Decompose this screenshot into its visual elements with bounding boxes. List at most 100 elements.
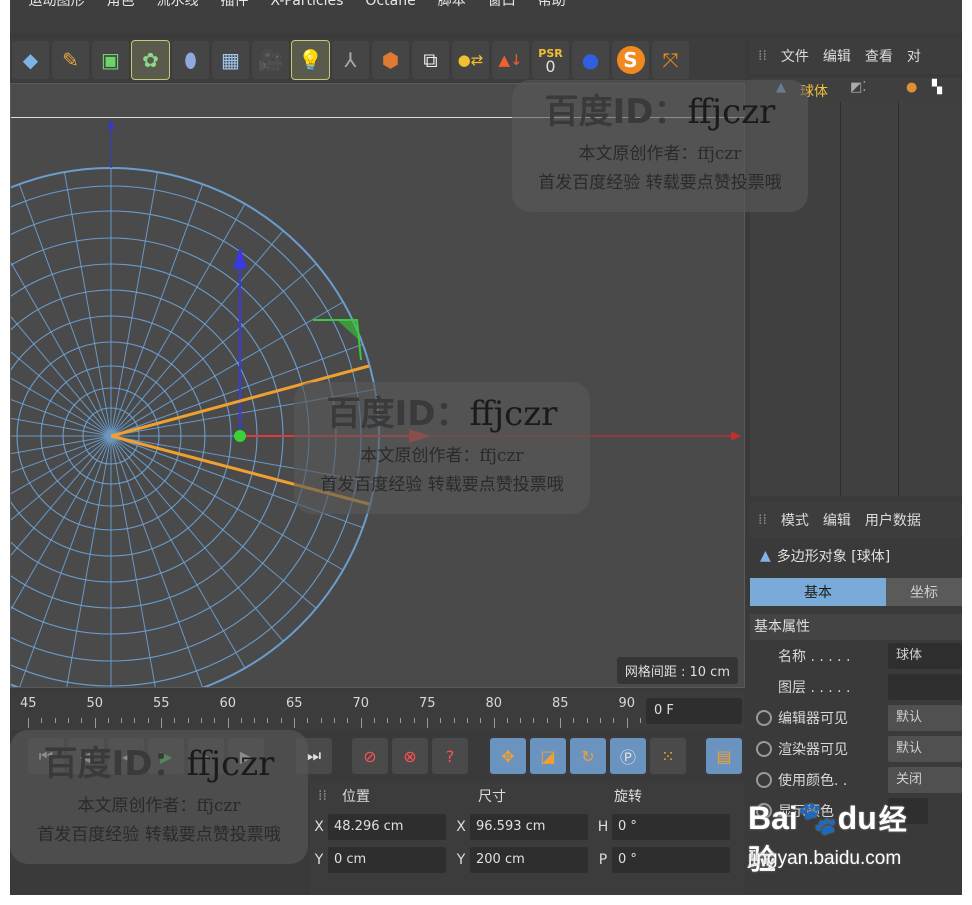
axis-icon[interactable]: ▲↓ [492, 41, 529, 79]
watermark-line1: 本文原创作者：ffjczr [360, 446, 524, 466]
cube-icon[interactable]: ◆ [12, 41, 49, 79]
prop-use-color: 使用颜色. . 关闭 [750, 764, 962, 795]
layer-field[interactable] [888, 673, 962, 700]
timeline-tick-mark [493, 718, 495, 728]
arrows-icon[interactable]: ⤧ [652, 41, 689, 79]
deformer-icon[interactable]: ⬮ [172, 41, 209, 79]
subdivision-icon[interactable]: ▣ [92, 41, 129, 79]
tab-basic[interactable]: 基本 [750, 578, 886, 606]
move-key-icon[interactable]: ✥ [490, 738, 526, 774]
object-manager-menu: ⁞⁞ 文件 编辑 查看 对 [750, 38, 962, 74]
menu-item-pipeline[interactable]: 流水线 [156, 0, 198, 16]
menu-item-xparticles[interactable]: X-Particles [270, 0, 343, 16]
timeline-tick-mark [573, 718, 575, 723]
prop-label: 使用颜色. . [778, 772, 848, 789]
light-icon[interactable]: 💡 [291, 40, 330, 80]
tag-icon[interactable]: ● [906, 80, 917, 95]
timeline-tick-mark [307, 718, 309, 723]
timeline-tick-mark [67, 718, 69, 723]
psr-icon[interactable]: PSR 0 [532, 41, 569, 79]
axis-label: P [598, 851, 608, 868]
use-color-dropdown[interactable]: 关闭 [888, 766, 962, 793]
menu-item-script[interactable]: 脚本 [438, 0, 466, 16]
scale-key-icon[interactable]: ◪ [530, 738, 566, 774]
morph-icon[interactable]: ● [572, 41, 609, 79]
animate-radio[interactable] [756, 771, 772, 788]
baidu-brand2: du [837, 800, 877, 836]
timeline-tick-mark [613, 718, 615, 723]
timeline-tick-mark [360, 718, 362, 728]
attribute-manager-menu: ⁞⁞ 模式 编辑 用户数据 [750, 502, 962, 538]
pen-icon[interactable]: ✎ [52, 41, 89, 79]
coordinates-manager: ⁞⁞ 位置 尺寸 旋转 X 48.296 cm X 96.593 cm H 0 … [310, 782, 745, 895]
om-tab-file[interactable]: 文件 [781, 46, 809, 66]
menu-item-mograph[interactable]: 运动图形 [28, 0, 84, 16]
render-visible-dropdown[interactable]: 默认 [888, 735, 962, 762]
xyz-icon[interactable]: ●⇄ [452, 41, 489, 79]
auto-key-icon[interactable]: ⊗ [392, 738, 428, 774]
film-icon[interactable]: ▤ [706, 738, 742, 774]
keyframe-help-icon[interactable]: ? [432, 738, 468, 774]
rotate-key-icon[interactable]: ↻ [570, 738, 606, 774]
section-basic-properties: 基本属性 [750, 614, 962, 640]
param-key-icon[interactable]: Ⓟ [610, 738, 646, 774]
menu-item-octane[interactable]: Octane [365, 0, 415, 16]
current-frame-field[interactable]: 0 F [646, 698, 742, 724]
record-key-icon[interactable]: ⊘ [352, 738, 388, 774]
floor-icon[interactable]: ▦ [212, 41, 249, 79]
watermark-id-label: 百度ID： [43, 744, 187, 784]
gizmo-center [234, 430, 246, 442]
timeline-tick-mark [121, 718, 123, 723]
camera-icon[interactable]: 🎥 [252, 41, 289, 79]
s-icon[interactable]: S [612, 41, 649, 79]
om-tab-object[interactable]: 对 [907, 46, 921, 66]
extrude-icon[interactable]: ⬢ [372, 41, 409, 79]
position-y-field[interactable]: 0 cm [328, 846, 446, 873]
cloner-icon[interactable]: ✿ [131, 40, 170, 80]
tab-coordinates[interactable]: 坐标 [886, 578, 962, 606]
menu-item-plugins[interactable]: 插件 [220, 0, 248, 16]
layer-toggle-icon[interactable]: ◩⁚ [850, 80, 866, 95]
size-y-field[interactable]: 200 cm [470, 846, 588, 873]
column-divider [840, 78, 841, 496]
timeline-tick-mark [161, 718, 162, 728]
grip-icon: ⁞⁞ [758, 512, 767, 528]
animate-radio[interactable] [756, 740, 772, 757]
menu-item-character[interactable]: 角色 [106, 0, 134, 16]
timeline-tick-mark [453, 718, 455, 723]
menu-item-help[interactable]: 帮助 [538, 0, 566, 16]
rotation-p-field[interactable]: 0 ° [612, 846, 730, 873]
point-level-icon[interactable]: ⁙ [650, 738, 686, 774]
name-field[interactable]: 球体 [888, 642, 962, 669]
timeline-tick-mark [373, 718, 375, 723]
am-tab-mode[interactable]: 模式 [781, 510, 809, 530]
am-tab-userdata[interactable]: 用户数据 [865, 510, 921, 530]
joint-icon[interactable]: ⅄ [332, 41, 369, 79]
timeline-tick-mark [227, 718, 229, 728]
timeline-tick-label: 80 [485, 696, 503, 711]
watermark-line1: 本文原创作者：ffjczr [578, 144, 742, 164]
am-tab-edit[interactable]: 编辑 [823, 510, 851, 530]
om-tab-view[interactable]: 查看 [865, 46, 893, 66]
timeline-tick-mark [200, 718, 202, 723]
material-tag-icon[interactable]: ▚ [932, 80, 942, 95]
prop-render-visible: 渲染器可见 默认 [750, 733, 962, 764]
om-tab-edit[interactable]: 编辑 [823, 46, 851, 66]
timeline-tick-mark [546, 718, 548, 723]
size-x-field[interactable]: 96.593 cm [470, 813, 588, 840]
timeline-tick-mark [533, 718, 535, 723]
coord-row-1: X 48.296 cm X 96.593 cm H 0 ° [310, 810, 745, 843]
main-toolbar: ◆ ✎ ▣ ✿ ⬮ ▦ 🎥 💡 ⅄ ⬢ ⧉ ●⇄ ▲↓ PSR 0 ● S ⤧ [10, 38, 745, 82]
sketch-icon[interactable]: ⧉ [412, 41, 449, 79]
timeline-tick-mark [480, 718, 482, 723]
position-x-field[interactable]: 48.296 cm [328, 813, 446, 840]
timeline-ruler[interactable]: 45 50 55 60 65 70 75 80 85 90 0 F [10, 690, 745, 730]
animate-radio[interactable] [756, 709, 772, 726]
timeline-tick-mark [187, 718, 189, 723]
timeline-tick-mark [254, 718, 256, 723]
editor-visible-dropdown[interactable]: 默认 [888, 704, 962, 731]
timeline-tick-mark [520, 718, 522, 723]
menu-item-window[interactable]: 窗口 [488, 0, 516, 16]
rotation-h-field[interactable]: 0 ° [612, 813, 730, 840]
timeline-tick-label: 85 [552, 696, 569, 711]
